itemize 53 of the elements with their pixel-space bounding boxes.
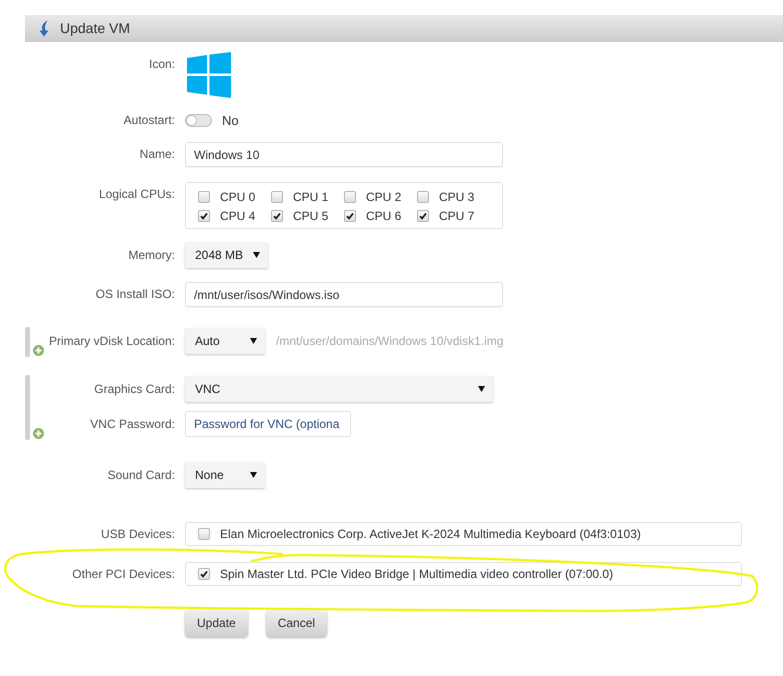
dropdown[interactable]: 2048 MB	[185, 242, 268, 268]
toggle-state-text: No	[222, 112, 239, 130]
field-label: Graphics Card:	[93, 381, 175, 398]
checkbox[interactable]	[198, 528, 210, 540]
window-title: Update VM	[60, 19, 130, 38]
submit-button[interactable]: Update	[185, 609, 248, 637]
field-label: Name:	[138, 146, 175, 163]
field-label: Icon:	[148, 56, 175, 73]
dropdown[interactable]: Auto	[185, 328, 265, 354]
caret-icon	[250, 472, 257, 478]
field-label: Memory:	[127, 247, 175, 264]
plus-circle-icon[interactable]	[33, 428, 44, 439]
dropdown[interactable]: VNC	[185, 376, 493, 402]
device-label: Spin Master Ltd. PCIe Video Bridge | Multimedia video controller (07:00.0)	[220, 566, 614, 583]
text-field[interactable]: /mnt/user/isos/Windows.iso	[185, 282, 503, 307]
checkbox-label: CPU 5	[293, 208, 328, 224]
checkbox[interactable]	[271, 190, 283, 202]
checkbox-label: CPU 3	[439, 188, 474, 206]
caret-icon	[478, 386, 485, 392]
checkbox[interactable]	[344, 190, 356, 202]
checkbox[interactable]	[271, 210, 283, 222]
checkbox[interactable]	[198, 568, 210, 580]
cancel-button[interactable]: Cancel	[266, 609, 328, 637]
checkbox-label: CPU 6	[366, 208, 402, 224]
field-label: Other PCI Devices:	[71, 566, 175, 583]
checkbox-label: CPU 7	[439, 208, 474, 224]
text-field[interactable]: Windows 10	[185, 142, 503, 167]
plus-circle-icon[interactable]	[33, 345, 44, 356]
caret-icon	[253, 252, 260, 258]
checkbox[interactable]	[198, 190, 210, 202]
field-label: Autostart:	[122, 112, 175, 129]
checkbox[interactable]	[417, 210, 429, 222]
disk-path-text: /mnt/user/domains/Windows 10/vdisk1.img	[276, 333, 504, 350]
field-label: Sound Card:	[106, 467, 175, 484]
field-label: OS Install ISO:	[94, 286, 175, 303]
field-label: USB Devices:	[100, 526, 175, 543]
checkbox-label: CPU 4	[220, 208, 256, 224]
checkbox-label: CPU 2	[366, 188, 402, 206]
checkbox-label: CPU 0	[220, 188, 256, 206]
checkbox[interactable]	[344, 210, 356, 222]
checkbox-label: CPU 1	[293, 188, 328, 206]
field-label: Primary vDisk Location:	[48, 333, 175, 350]
toggle-switch[interactable]	[185, 114, 212, 127]
curved-arrow-icon	[38, 20, 50, 37]
checkbox[interactable]	[198, 210, 210, 222]
password-field[interactable]: Password for VNC (optiona	[185, 411, 351, 437]
window-panes-icon	[187, 52, 231, 98]
field-label: VNC Password:	[89, 416, 175, 433]
device-label: Elan Microelectronics Corp. ActiveJet K-2024 Multimedia Keyboard (04f3:0103)	[220, 526, 641, 543]
dropdown[interactable]: None	[185, 462, 265, 488]
field-label: Logical CPUs:	[98, 186, 175, 203]
caret-icon	[250, 338, 257, 344]
checkbox[interactable]	[417, 190, 429, 202]
